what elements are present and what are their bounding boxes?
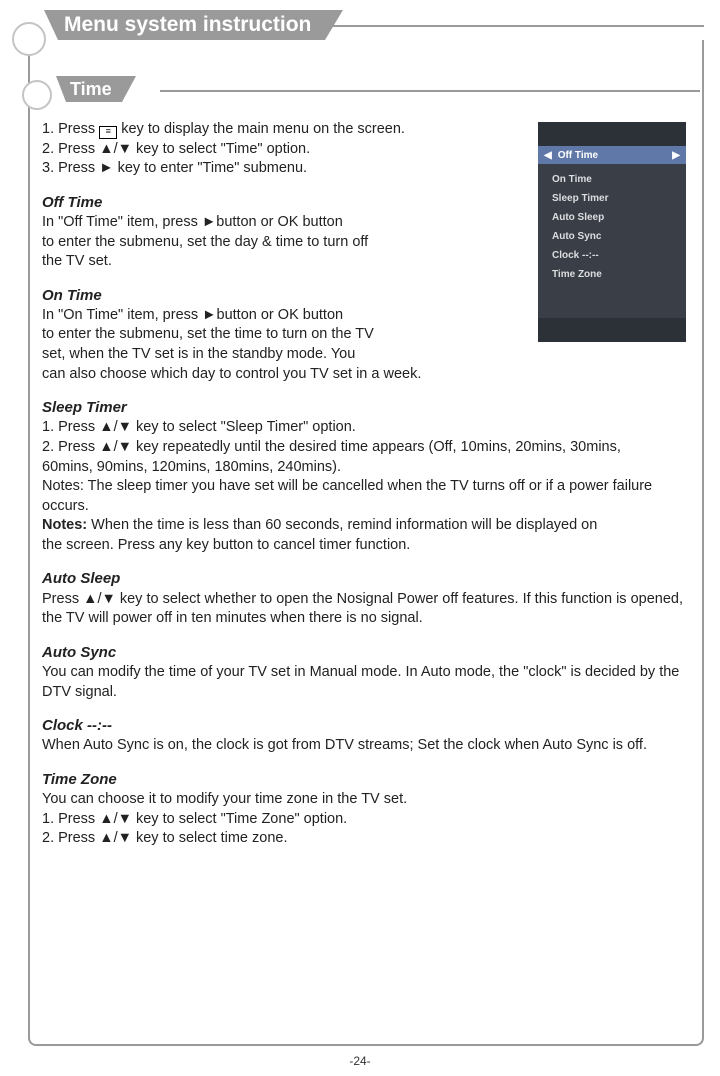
page-number: -24- xyxy=(0,1054,720,1068)
sleeptimer-notes-2: Notes: When the time is less than 60 sec… xyxy=(42,516,692,555)
intro-line-3: 3. Press ► key to enter "Time" submenu. xyxy=(42,159,692,179)
sleeptimer-notes2-body: When the time is less than 60 seconds, r… xyxy=(42,517,597,553)
menu-button-icon: ≡ xyxy=(99,126,117,139)
sleeptimer-notes2-label: Notes: xyxy=(42,517,87,533)
main-header-tab: Menu system instruction xyxy=(44,10,343,40)
section-body-ontime: In "On Time" item, press ►button or OK b… xyxy=(42,306,692,384)
section-title-clock: Clock --:-- xyxy=(42,716,692,736)
intro-line-1: 1. Press ≡ key to display the main menu … xyxy=(42,120,692,140)
section-title-offtime: Off Time xyxy=(42,193,692,213)
section-body-autosleep: Press ▲/▼ key to select whether to open … xyxy=(42,590,692,629)
section-title-autosleep: Auto Sleep xyxy=(42,569,692,589)
sub-header-decor-circle xyxy=(22,80,52,110)
timezone-line-1: 1. Press ▲/▼ key to select "Time Zone" o… xyxy=(42,810,692,830)
content-area: 1. Press ≡ key to display the main menu … xyxy=(42,120,692,849)
section-title-ontime: On Time xyxy=(42,286,692,306)
sleeptimer-line-1: 1. Press ▲/▼ key to select "Sleep Timer"… xyxy=(42,418,692,438)
timezone-line-2: 2. Press ▲/▼ key to select time zone. xyxy=(42,829,692,849)
section-body-autosync: You can modify the time of your TV set i… xyxy=(42,663,692,702)
header-rule xyxy=(330,25,704,27)
section-body-timezone: You can choose it to modify your time zo… xyxy=(42,790,692,810)
intro-line-1-post: key to display the main menu on the scre… xyxy=(117,121,405,137)
section-title-sleeptimer: Sleep Timer xyxy=(42,398,692,418)
intro-line-2: 2. Press ▲/▼ key to select "Time" option… xyxy=(42,140,692,160)
sleeptimer-notes-1: Notes: The sleep timer you have set will… xyxy=(42,477,692,516)
section-title-timezone: Time Zone xyxy=(42,770,692,790)
page-title: Menu system instruction xyxy=(58,10,325,40)
intro-line-1-pre: 1. Press xyxy=(42,121,99,137)
section-body-clock: When Auto Sync is on, the clock is got f… xyxy=(42,736,692,756)
sleeptimer-line-2b: 60mins, 90mins, 120mins, 180mins, 240min… xyxy=(42,458,692,478)
sleeptimer-line-2: 2. Press ▲/▼ key repeatedly until the de… xyxy=(42,438,692,458)
section-title-autosync: Auto Sync xyxy=(42,643,692,663)
section-body-offtime: In "Off Time" item, press ►button or OK … xyxy=(42,213,402,272)
header-decor-circle xyxy=(12,22,46,56)
